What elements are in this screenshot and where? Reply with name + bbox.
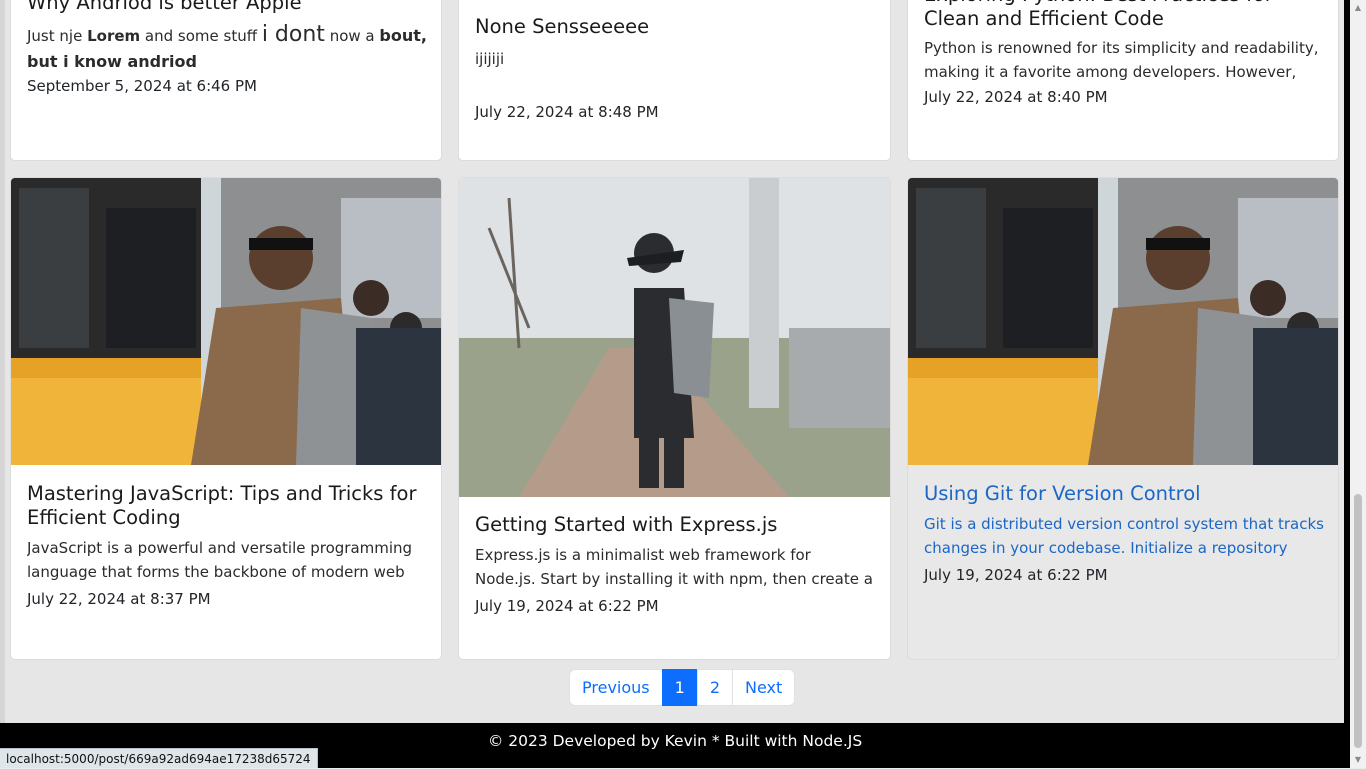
post-card-nonsense[interactable]: None Sensseeeee ijijiji July 22, 2024 at… — [458, 0, 891, 161]
post-excerpt: Python is renowned for its simplicity an… — [924, 39, 1319, 80]
post-title[interactable]: None Sensseeeee — [475, 15, 876, 39]
post-card-javascript[interactable]: Mastering JavaScript: Tips and Tricks fo… — [10, 177, 442, 660]
vertical-scrollbar[interactable]: ▲ ▼ — [1350, 0, 1366, 768]
post-title[interactable]: Mastering JavaScript: Tips and Tricks fo… — [27, 482, 427, 530]
post-title[interactable]: Exploring Python: Best Practices for Cle… — [924, 0, 1324, 31]
post-excerpt: Express.js is a minimalist web framework… — [475, 546, 873, 588]
scroll-up-icon[interactable]: ▲ — [1350, 0, 1366, 16]
post-excerpt: ijijiji — [475, 50, 505, 68]
post-title[interactable]: Why Andriod is better Apple — [27, 0, 427, 15]
post-card-android[interactable]: Why Andriod is better Apple Just nje Lor… — [10, 0, 442, 161]
post-card-python[interactable]: Exploring Python: Best Practices for Cle… — [907, 0, 1339, 161]
post-title[interactable]: Getting Started with Express.js — [475, 513, 876, 537]
post-excerpt: JavaScript is a powerful and versatile p… — [27, 539, 413, 581]
post-date: July 19, 2024 at 6:22 PM — [924, 566, 1108, 584]
scroll-down-icon[interactable]: ▼ — [1350, 752, 1366, 768]
footer-text: © 2023 Developed by Kevin * Built with N… — [487, 732, 863, 750]
post-excerpt: Git is a distributed version control sys… — [924, 515, 1324, 557]
post-date: September 5, 2024 at 6:46 PM — [27, 77, 257, 95]
post-image[interactable] — [908, 178, 1338, 465]
post-image[interactable] — [459, 178, 890, 497]
link-preview-status-bar: localhost:5000/post/669a92ad694ae17238d6… — [0, 748, 318, 768]
page: Why Andriod is better Apple Just nje Lor… — [0, 0, 1350, 768]
post-card-git[interactable]: Using Git for Version Control Git is a d… — [907, 177, 1339, 660]
scrollbar-thumb[interactable] — [1354, 494, 1362, 748]
post-date: July 22, 2024 at 8:37 PM — [27, 590, 211, 608]
frame-left-edge — [0, 0, 5, 723]
page-2-button[interactable]: 2 — [696, 669, 733, 706]
post-date: July 22, 2024 at 8:48 PM — [475, 103, 659, 121]
pagination: Previous 1 2 Next — [569, 669, 796, 706]
post-date: July 19, 2024 at 6:22 PM — [475, 597, 659, 615]
page-1-button[interactable]: 1 — [661, 669, 698, 706]
post-card-express[interactable]: Getting Started with Express.js Express.… — [458, 177, 891, 660]
post-excerpt: Just nje Lorem and some stuff i dont now… — [27, 22, 427, 71]
previous-page-button[interactable]: Previous — [569, 669, 663, 706]
status-url: localhost:5000/post/669a92ad694ae17238d6… — [6, 752, 311, 766]
next-page-button[interactable]: Next — [732, 669, 796, 706]
post-date: July 22, 2024 at 8:40 PM — [924, 88, 1108, 106]
post-image[interactable] — [11, 178, 441, 465]
post-title[interactable]: Using Git for Version Control — [924, 482, 1324, 506]
